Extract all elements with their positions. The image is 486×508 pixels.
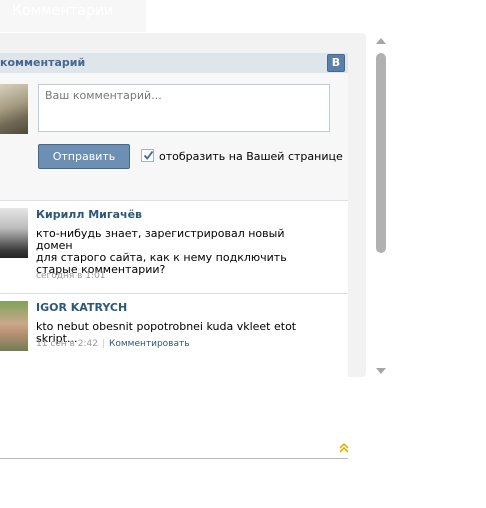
top-tab-label: Комментарии [12,3,114,19]
comments-widget: комментарий В Отправить отобразить на Ва… [0,53,348,389]
scrollbar-thumb[interactable] [376,53,386,253]
triangle-down-icon[interactable] [376,368,386,374]
checkmark-icon [143,150,154,160]
comment-time[interactable]: сегодня в 1:01 [36,271,105,281]
comment-author[interactable]: IGOR KATRYCH [36,301,127,314]
comments-panel: комментарий В Отправить отобразить на Ва… [0,33,366,389]
triangle-up-icon[interactable] [376,38,386,44]
top-tab[interactable]: Комментарии [0,0,146,32]
comment-text: кто-нибудь знает, зарегистрировал новый … [36,228,306,276]
comment-meta: 11 сен в 2:42 | Комментировать [36,339,190,349]
avatar[interactable] [0,208,28,258]
comment-meta: сегодня в 1:01 [36,271,105,281]
post-to-wall-checkbox[interactable] [141,149,154,162]
widget-title: комментарий [0,56,86,69]
comment-input[interactable] [38,84,330,132]
divider [0,458,348,459]
vk-logo-icon[interactable]: В [327,54,345,72]
widget-header: комментарий В [0,53,348,74]
meta-separator: | [101,339,105,349]
avatar[interactable] [0,301,28,351]
double-chevron-up-icon[interactable] [338,442,350,454]
post-to-wall-label[interactable]: отобразить на Вашей странице [159,150,343,163]
comment-divider [0,293,348,294]
comment-author[interactable]: Кирилл Мигачёв [36,208,142,221]
current-user-avatar [0,84,28,134]
comment-text-line: кто-нибудь знает, зарегистрировал новый … [36,227,285,252]
comment-time[interactable]: 11 сен в 2:42 [36,339,98,349]
submit-button[interactable]: Отправить [38,144,130,169]
reply-link[interactable]: Комментировать [109,339,190,349]
